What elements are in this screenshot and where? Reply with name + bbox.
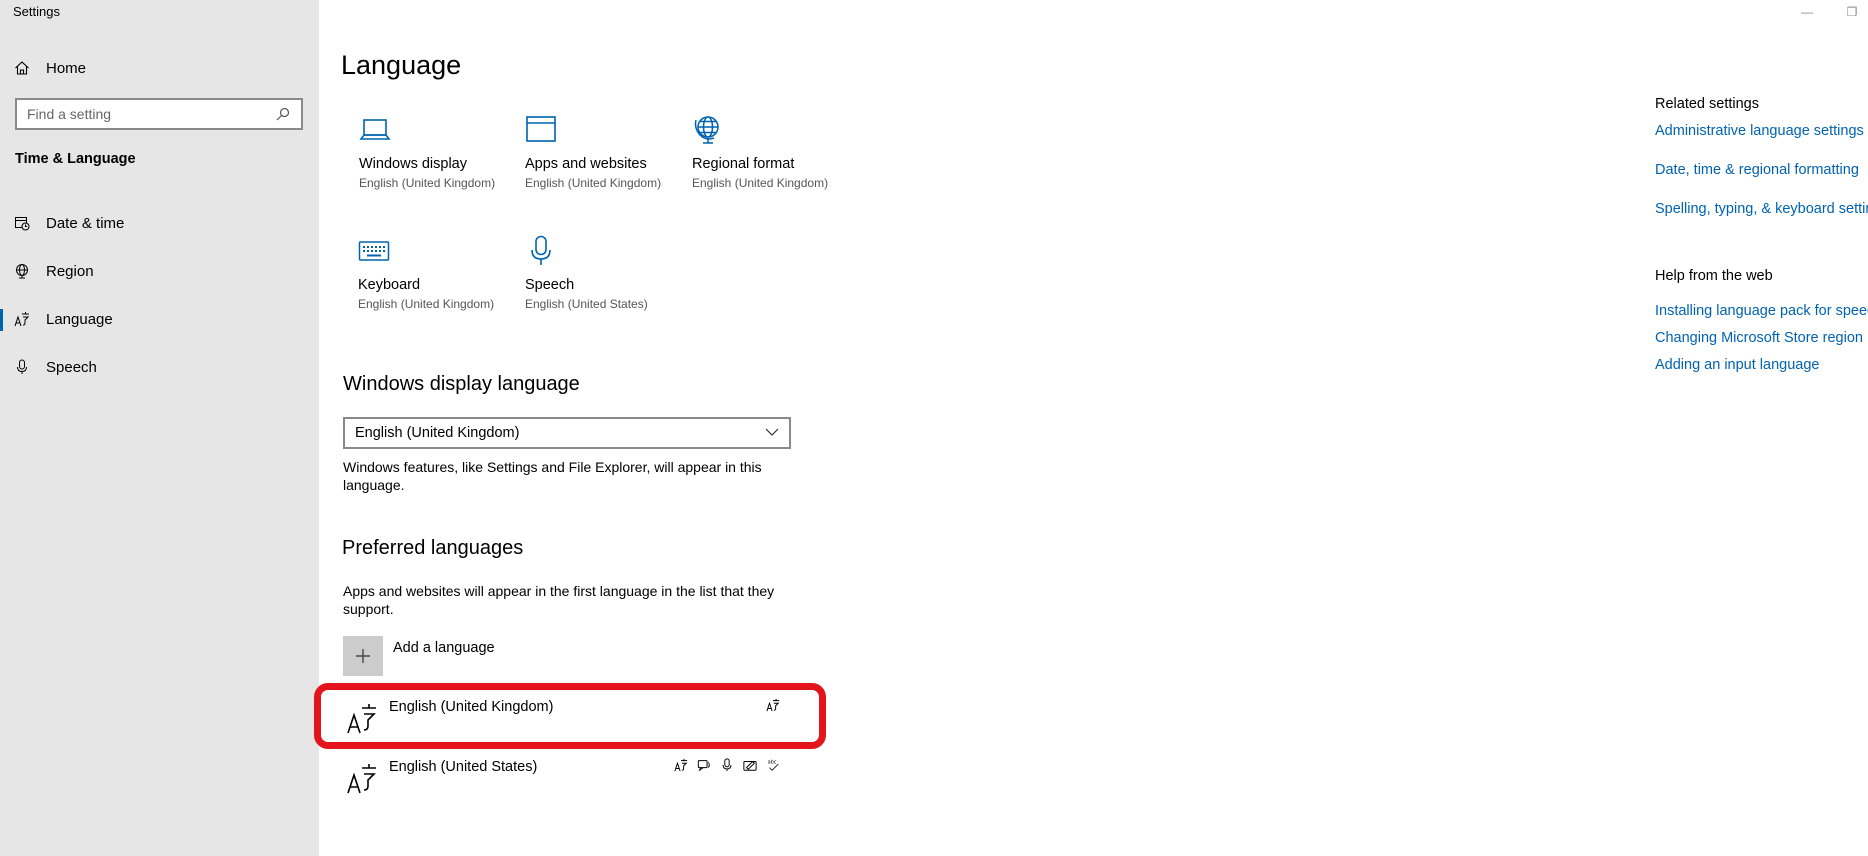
minimize-button[interactable]: — [1797, 2, 1817, 22]
tile-name: Windows display [359, 156, 467, 172]
tile-name: Speech [525, 277, 575, 293]
language-row-en-us[interactable]: English (United States) abc [343, 755, 783, 799]
description-line: Windows features, like Settings and File… [343, 459, 762, 475]
tile-value: English (United Kingdom) [692, 176, 829, 190]
page-title: Language [341, 50, 462, 80]
sidebar-item-label: Date & time [46, 214, 125, 232]
tile-name: Keyboard [358, 277, 421, 293]
tile-apps-websites[interactable]: Apps and websites English (United Kingdo… [525, 114, 685, 214]
title-bar: Settings — ❐ [0, 0, 1868, 24]
tile-name: Apps and websites [525, 156, 647, 172]
globe-icon [14, 263, 30, 279]
home-nav-item[interactable]: Home [14, 56, 86, 80]
link-changing-store-region[interactable]: Changing Microsoft Store region [1655, 330, 1863, 346]
language-features: abc [673, 757, 781, 773]
calendar-clock-icon [14, 215, 30, 231]
chevron-down-icon [765, 425, 779, 441]
microphone-icon [525, 235, 557, 267]
language-icon [14, 311, 30, 327]
link-adding-input-language[interactable]: Adding an input language [1655, 357, 1819, 373]
restore-button[interactable]: ❐ [1842, 2, 1862, 22]
section-title: Time & Language [15, 151, 136, 167]
sidebar-item-label: Region [46, 262, 94, 280]
display-language-icon [765, 697, 781, 713]
preferred-languages-description: Apps and websites will appear in the fir… [343, 582, 774, 618]
tile-value: English (United Kingdom) [359, 176, 496, 190]
search-icon[interactable] [275, 106, 291, 122]
handwriting-icon [742, 757, 758, 773]
home-label: Home [46, 59, 87, 77]
display-language-dropdown[interactable]: English (United Kingdom) [343, 417, 791, 449]
search-input[interactable] [27, 106, 275, 122]
sidebar-item-date-time[interactable]: Date & time [0, 203, 319, 243]
laptop-icon [359, 114, 391, 146]
add-language-label: Add a language [393, 640, 495, 656]
language-features [765, 697, 781, 713]
help-from-web-title: Help from the web [1655, 268, 1773, 284]
microphone-icon [14, 359, 30, 375]
sidebar: Home Time & Language Date & time Region … [0, 0, 319, 856]
language-icon [345, 761, 379, 795]
preferred-languages-heading: Preferred languages [342, 537, 524, 559]
sidebar-item-region[interactable]: Region [0, 251, 319, 291]
search-box [15, 98, 303, 130]
tile-value: English (United Kingdom) [525, 176, 662, 190]
sidebar-item-language[interactable]: Language [0, 299, 319, 339]
language-name: English (United Kingdom) [389, 699, 554, 715]
keyboard-icon [358, 235, 390, 267]
link-spelling-typing-keyboard-settings[interactable]: Spelling, typing, & keyboard settings [1655, 201, 1868, 217]
svg-text:abc: abc [768, 759, 777, 765]
tile-windows-display[interactable]: Windows display English (United Kingdom) [359, 114, 519, 214]
description-line: language. [343, 477, 405, 493]
text-to-speech-icon [696, 757, 712, 773]
description-line: Apps and websites will appear in the fir… [343, 583, 775, 599]
link-date-time-regional-formatting[interactable]: Date, time & regional formatting [1655, 162, 1859, 178]
tile-name: Regional format [692, 156, 795, 172]
language-row-en-gb[interactable]: English (United Kingdom) [343, 695, 783, 739]
tile-speech[interactable]: Speech English (United States) [525, 235, 685, 335]
language-name: English (United States) [389, 759, 538, 775]
tile-value: English (United Kingdom) [358, 297, 495, 311]
link-installing-language-pack[interactable]: Installing language pack for speech [1655, 303, 1868, 319]
app-title: Settings [13, 4, 60, 19]
display-language-description: Windows features, like Settings and File… [343, 458, 762, 494]
browser-window-icon [525, 114, 557, 146]
related-settings-title: Related settings [1655, 96, 1759, 112]
display-language-icon [673, 757, 689, 773]
tile-keyboard[interactable]: Keyboard English (United Kingdom) [358, 235, 518, 335]
sidebar-item-speech[interactable]: Speech [0, 347, 319, 387]
display-language-heading: Windows display language [343, 373, 580, 395]
language-icon [345, 701, 379, 735]
globe-icon [692, 114, 724, 146]
plus-icon [343, 636, 383, 676]
sidebar-item-label: Speech [46, 358, 97, 376]
sidebar-item-label: Language [46, 310, 113, 328]
link-administrative-language-settings[interactable]: Administrative language settings [1655, 123, 1864, 139]
spellcheck-icon: abc [765, 757, 781, 773]
description-line: support. [343, 601, 394, 617]
home-icon [14, 60, 30, 76]
tile-regional-format[interactable]: Regional format English (United Kingdom) [692, 114, 852, 214]
microphone-icon [719, 757, 735, 773]
tile-value: English (United States) [525, 297, 648, 311]
add-language-button[interactable]: Add a language [343, 636, 495, 676]
dropdown-value: English (United Kingdom) [355, 425, 520, 441]
